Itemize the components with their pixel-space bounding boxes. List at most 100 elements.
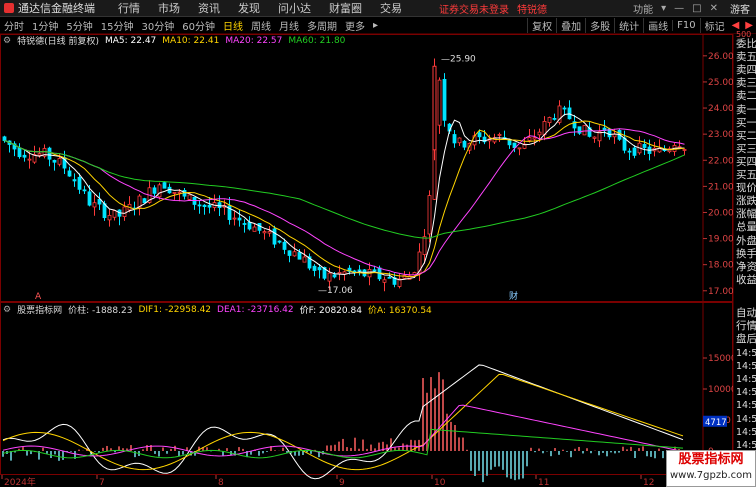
candle-body <box>82 189 87 192</box>
menu-caifuquan[interactable]: 财富圈 <box>329 0 362 16</box>
panel-field-label: 涨跌 <box>736 195 756 208</box>
candle-body <box>207 204 212 208</box>
candle-body <box>302 256 307 263</box>
candle-body <box>217 202 222 209</box>
candle-body <box>142 198 147 204</box>
maximize-icon[interactable]: □ <box>692 3 701 14</box>
candle-body <box>497 134 502 136</box>
close-icon[interactable]: ✕ <box>710 3 718 14</box>
menu-zixun[interactable]: 资讯 <box>198 0 220 16</box>
panel-field-label: 卖四 <box>736 64 756 77</box>
panel-field-label: 买二 <box>736 129 756 142</box>
moving-average-lines <box>4 113 685 281</box>
tool-stats[interactable]: 统计 <box>614 17 643 33</box>
period-multi[interactable]: 多周期 <box>303 18 341 33</box>
function-button[interactable]: 功能 <box>633 1 653 16</box>
dropdown-icon[interactable]: ▾ <box>661 3 666 14</box>
ma5-value: MA5: 22.47 <box>104 35 157 46</box>
candle-body <box>582 125 587 136</box>
period-daily[interactable]: 日线 <box>219 18 247 33</box>
candle-body <box>237 217 242 221</box>
chart-grid <box>0 34 733 475</box>
time-tick-label: 11 <box>538 478 549 487</box>
price-tick-label: 21.00 <box>708 182 734 192</box>
candle-body <box>452 134 457 144</box>
menu-shichang[interactable]: 市场 <box>158 0 180 16</box>
candle-body <box>232 217 237 220</box>
minimize-icon[interactable]: — <box>674 3 684 14</box>
panel-field-label: 净资 <box>736 260 756 273</box>
watermark: 股票指标网 www.7gpzb.com <box>666 450 756 487</box>
candle-body <box>562 107 567 110</box>
tool-drawline[interactable]: 画线 <box>643 17 672 33</box>
gear-icon[interactable]: ⚙ <box>3 305 11 315</box>
candle-body <box>537 131 542 136</box>
period-monthly[interactable]: 月线 <box>275 18 303 33</box>
candle-body <box>152 187 157 194</box>
tool-f10[interactable]: F10 <box>672 19 699 31</box>
kline-chart[interactable]: 26.00 25.00 24.00 23.00 22.00 21.00 20.00 19.00… <box>0 0 756 487</box>
app-name: 通达信金融终端 <box>18 2 95 15</box>
trade-login-warning[interactable]: 证券交易未登录 <box>439 1 509 16</box>
time-tick-label: 7 <box>99 478 105 487</box>
indicator-bars <box>2 372 684 483</box>
watermark-url: www.7gpzb.com <box>670 470 752 481</box>
period-fenshi[interactable]: 分时 <box>0 18 28 33</box>
tool-overlay[interactable]: 叠加 <box>556 17 585 33</box>
panel-mode-label[interactable]: 行情 <box>736 320 756 333</box>
time-tick-label: 2024年 <box>4 476 36 487</box>
candle-body <box>297 252 302 260</box>
time-tick-label: 10 <box>434 478 446 487</box>
candle-body <box>317 267 322 271</box>
candle-body <box>627 150 632 153</box>
price-tick-label: 17.00 <box>708 287 734 297</box>
guest-login[interactable]: 游客 <box>730 1 750 16</box>
period-5min[interactable]: 5分钟 <box>62 18 96 33</box>
ma60-value: MA60: 21.80 <box>288 35 346 46</box>
time-tick-label: 9 <box>339 478 345 487</box>
panel-field-label: 买五 <box>736 169 756 181</box>
candle-body <box>242 223 247 225</box>
tool-mark[interactable]: 标记 <box>699 17 729 33</box>
panel-mode-label[interactable]: 盘后 <box>736 333 756 346</box>
period-15min[interactable]: 15分钟 <box>97 18 138 33</box>
candle-body <box>527 137 532 141</box>
price-tick-label: 19.00 <box>708 235 734 245</box>
panel-mode-label[interactable]: 自动 <box>736 307 756 320</box>
tool-multistock[interactable]: 多股 <box>585 17 614 33</box>
period-60min[interactable]: 60分钟 <box>178 18 219 33</box>
quote-side-panel: 500 委比 卖五 卖四 卖三 卖二 卖一 买一 买二 买三 买四 买五 现价 涨跌 涨幅 总量 外盘 换手 净资收… <box>733 30 756 487</box>
menu-faxian[interactable]: 发现 <box>238 0 260 16</box>
candle-body <box>187 194 192 200</box>
period-weekly[interactable]: 周线 <box>247 18 275 33</box>
menu-wenxiaoda[interactable]: 问小达 <box>278 0 311 16</box>
candle-body <box>357 269 362 272</box>
panel-field-label: 买四 <box>736 155 756 168</box>
menu-jiaoyi[interactable]: 交易 <box>380 0 402 16</box>
candle-body <box>72 179 77 182</box>
price-tick-label: 18.00 <box>708 261 734 271</box>
candle-body <box>567 107 572 120</box>
menu-hangqing[interactable]: 行情 <box>118 0 140 16</box>
candle-body <box>107 215 112 221</box>
panel-field-label: 买一 <box>736 116 756 129</box>
panel-time-entry: 14:50 <box>736 387 756 399</box>
candle-body <box>172 192 177 194</box>
more-chevron-icon[interactable]: ▸ <box>369 20 382 31</box>
period-more[interactable]: 更多 <box>341 18 369 33</box>
candle-body <box>197 204 202 207</box>
panel-time-entry: 14:50 <box>736 374 756 385</box>
candle-body <box>2 136 7 141</box>
period-1min[interactable]: 1分钟 <box>28 18 62 33</box>
tool-fuquan[interactable]: 复权 <box>527 17 556 33</box>
price-legend: ⚙ 特锐德(日线 前复权) MA5: 22.47 MA10: 22.41 MA2… <box>0 34 756 48</box>
ma60-line <box>4 140 685 239</box>
gear-icon[interactable]: ⚙ <box>3 36 11 46</box>
high-price-label: —25.90 <box>441 54 476 64</box>
candle-body <box>287 250 292 256</box>
candle-body <box>312 265 317 271</box>
panel-time-entry: 14:50 <box>736 347 756 359</box>
indicator-axis: 1500010000500004717 <box>703 354 737 457</box>
period-30min[interactable]: 30分钟 <box>137 18 178 33</box>
candle-body <box>112 210 117 218</box>
